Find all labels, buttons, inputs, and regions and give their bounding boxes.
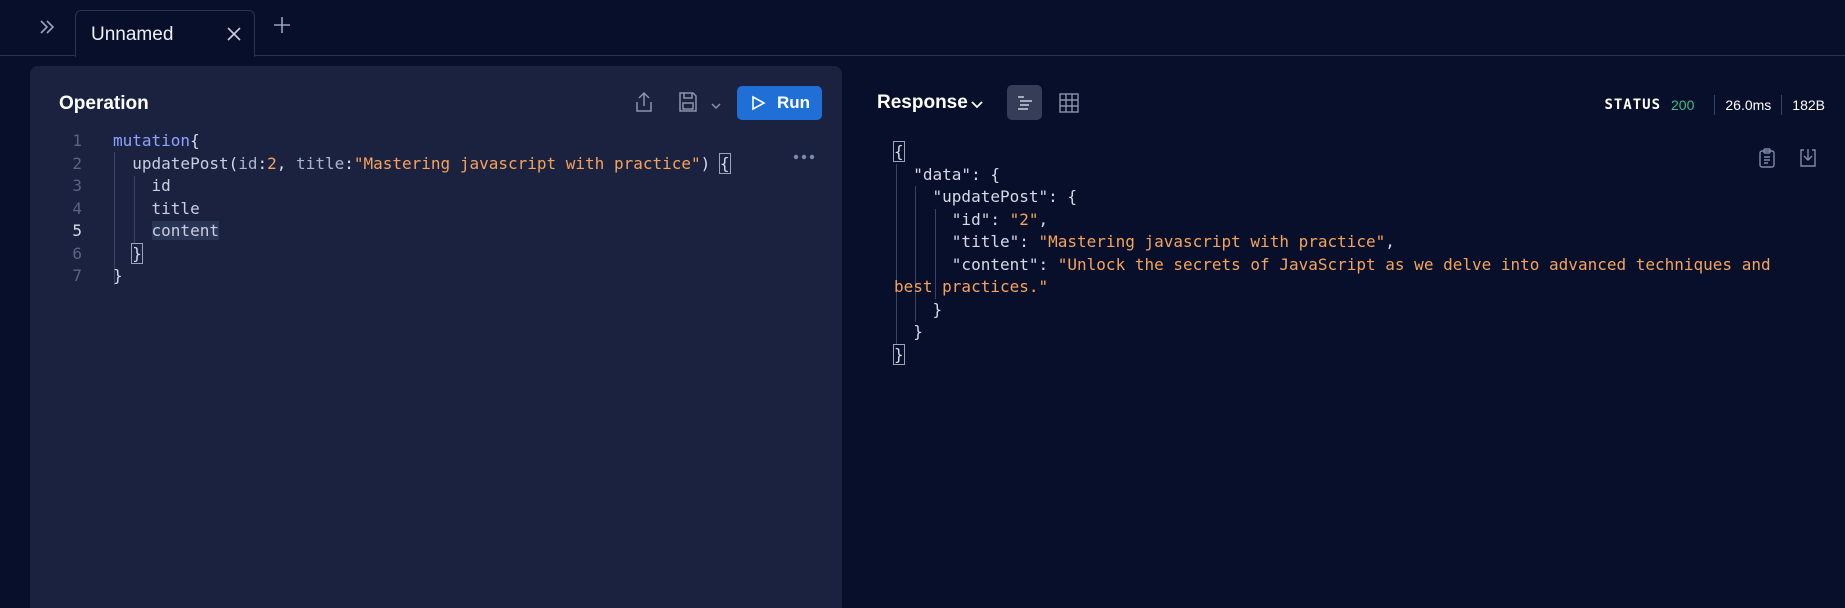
json-token: :	[990, 209, 1010, 229]
status-code: 200	[1671, 97, 1695, 113]
json-token: ,	[1385, 232, 1395, 251]
json-token: "Unlock the secrets of JavaScript as we …	[1057, 254, 1771, 274]
code-token: {	[190, 131, 200, 150]
code-token: 2	[267, 153, 277, 173]
chevron-down-icon[interactable]	[710, 98, 722, 110]
line-number: 5	[72, 221, 82, 240]
code-token: title	[296, 153, 345, 173]
json-token: "content"	[894, 254, 1039, 274]
json-line: }	[894, 321, 1771, 344]
response-time: 26.0ms	[1725, 97, 1772, 113]
code-text: id	[113, 175, 171, 198]
json-view-button[interactable]	[1007, 85, 1042, 120]
json-line: "updatePost": {	[894, 186, 1771, 209]
share-icon[interactable]	[633, 90, 655, 114]
line-number: 4	[72, 198, 82, 218]
status-label: STATUS	[1604, 97, 1662, 113]
line-number: 6	[72, 243, 82, 263]
code-token: }	[131, 242, 143, 264]
json-token: ,	[1038, 209, 1049, 229]
divider	[1781, 95, 1783, 115]
json-token: : {	[971, 164, 1000, 184]
response-size: 182B	[1792, 97, 1825, 113]
json-line: "id": "2",	[894, 209, 1771, 232]
code-token: ,	[276, 153, 297, 173]
code-token: id	[113, 176, 171, 195]
json-token: "title"	[894, 232, 1020, 251]
play-icon	[752, 95, 766, 111]
json-line: }	[894, 299, 1771, 322]
tab-unnamed[interactable]: Unnamed	[75, 10, 255, 57]
table-view-icon[interactable]	[1058, 92, 1080, 114]
code-token: :	[257, 153, 268, 173]
json-token: : {	[1048, 187, 1078, 206]
save-icon[interactable]	[677, 90, 699, 114]
json-line: "data": {	[894, 164, 1771, 187]
run-button-label: Run	[777, 93, 811, 112]
add-tab-icon[interactable]	[271, 14, 293, 36]
close-icon[interactable]	[224, 24, 244, 44]
line-number: 1	[72, 131, 82, 150]
code-token: :	[344, 153, 354, 173]
divider	[1714, 95, 1716, 115]
code-text: }	[113, 265, 123, 288]
json-token: }	[894, 299, 943, 319]
expand-sidebar-icon[interactable]	[34, 14, 60, 40]
more-options-icon[interactable]	[792, 149, 816, 160]
code-token: title	[113, 198, 200, 218]
code-token: content	[151, 221, 219, 240]
json-token: "id"	[894, 209, 991, 229]
code-token: {	[718, 152, 731, 174]
response-status-bar: STATUS 200 26.0ms 182B	[1604, 95, 1825, 115]
chevron-down-icon[interactable]	[970, 98, 984, 110]
json-token: best practices."	[894, 277, 1049, 296]
code-text: title	[113, 198, 200, 221]
json-token: :	[1038, 254, 1058, 274]
json-token: }	[894, 322, 923, 341]
json-line: "title": "Mastering javascript with prac…	[894, 231, 1771, 254]
json-token: "updatePost"	[894, 187, 1049, 206]
json-view-icon	[1018, 96, 1032, 110]
json-token: }	[893, 343, 905, 365]
json-token: "Mastering javascript with practice"	[1038, 232, 1386, 251]
code-text: content	[113, 220, 219, 243]
response-title[interactable]: Response	[877, 92, 968, 114]
code-token: "Mastering javascript with practice"	[353, 153, 701, 173]
code-text: }	[113, 242, 143, 266]
code-token: mutation	[113, 131, 191, 150]
response-json: { "data": { "updatePost": { "id": "2", "…	[893, 141, 1771, 367]
line-number: 2	[72, 153, 82, 173]
code-token: updatePost	[113, 153, 229, 173]
operation-pane: Operation Run 1 mutation{2 updatePost(id:…	[30, 66, 842, 608]
code-text: mutation{	[113, 130, 200, 153]
line-number: 7	[72, 266, 82, 285]
json-line: "content": "Unlock the secrets of JavaSc…	[894, 254, 1771, 277]
json-line: }	[893, 343, 1771, 367]
code-token: (	[228, 153, 239, 173]
json-token: "2"	[1009, 209, 1039, 229]
code-token: id	[238, 153, 258, 173]
download-icon[interactable]	[1798, 147, 1818, 169]
json-token: :	[1019, 232, 1039, 251]
code-text: updatePost(id:2, title:"Mastering javasc…	[113, 152, 731, 176]
code-token: }	[113, 266, 123, 285]
tab-bar: Unnamed	[0, 0, 1845, 57]
json-line: {	[893, 141, 1771, 164]
run-button[interactable]: Run	[737, 86, 822, 120]
line-number: 3	[72, 176, 82, 195]
code-token: )	[700, 153, 720, 173]
operation-title: Operation	[59, 93, 149, 114]
json-line: best practices."	[894, 276, 1771, 299]
json-token: "data"	[894, 164, 972, 184]
json-token: {	[893, 141, 905, 162]
tab-label: Unnamed	[91, 24, 174, 45]
